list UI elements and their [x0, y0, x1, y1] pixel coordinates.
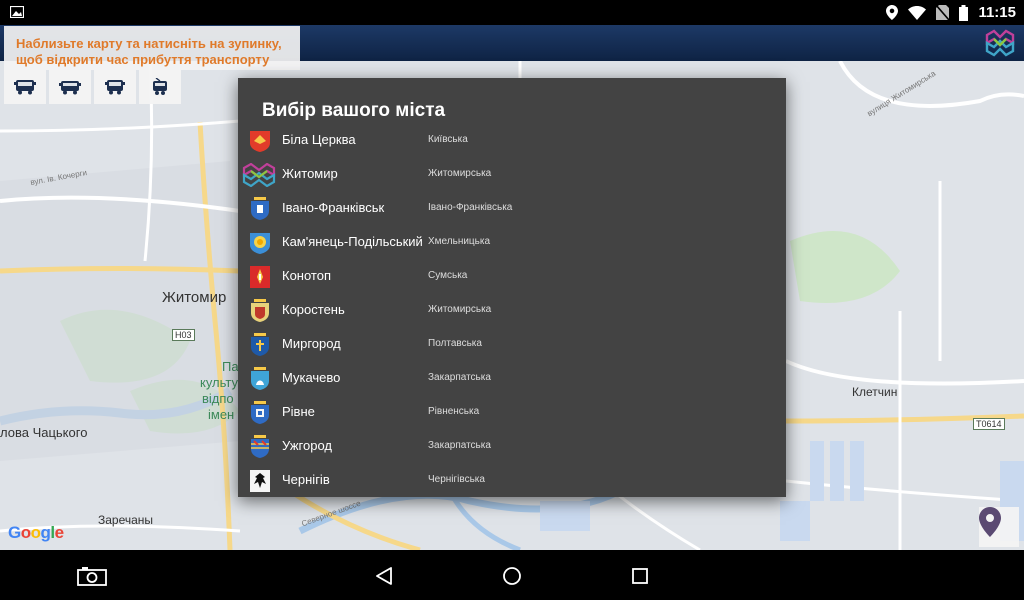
city-region: Закарпатська — [428, 372, 491, 383]
city-name: Коростень — [282, 302, 345, 317]
google-letter: o — [20, 523, 31, 542]
city-item[interactable]: Рівне Рівненська — [238, 396, 786, 430]
map-label-museum-1: Па — [222, 359, 239, 374]
clock: 11:15 — [978, 4, 1016, 21]
uzhhorod-crest-icon — [248, 435, 272, 459]
hint-line-2: щоб відкрити час прибуття транспорту — [16, 52, 270, 67]
google-letter: g — [40, 523, 51, 542]
back-icon — [376, 567, 392, 585]
city-region: Чернігівська — [428, 474, 485, 485]
hint-banner: Наблизьте карту та натисніть на зупинку,… — [4, 26, 300, 70]
transport-filter-bar — [4, 70, 181, 104]
city-region: Житомирська — [428, 304, 492, 315]
map-label-museum-4: імен — [208, 407, 235, 422]
city-name: Кам'янець-Подільський — [282, 234, 423, 249]
kamianets-crest-icon — [248, 231, 272, 255]
screenshot-button[interactable] — [76, 562, 108, 590]
map-label-museum-3: відпо — [202, 391, 234, 406]
city-name: Ужгород — [282, 438, 332, 453]
app-logo-icon[interactable] — [984, 29, 1016, 57]
camera-icon — [77, 567, 107, 586]
city-name: Мукачево — [282, 370, 341, 385]
city-item[interactable]: Ужгород Закарпатська — [238, 430, 786, 464]
city-region: Житомирська — [428, 168, 492, 179]
hint-line-1: Наблизьте карту та натисніть на зупинку, — [16, 36, 282, 51]
zhytomyr-logo-icon — [242, 163, 276, 187]
myrhorod-crest-icon — [248, 333, 272, 357]
minibus-icon — [105, 80, 125, 95]
city-region: Полтавська — [428, 338, 482, 349]
no-sim-icon — [936, 5, 950, 20]
tram-icon — [153, 78, 167, 95]
city-item[interactable]: Житомир Житомирська — [238, 158, 786, 192]
city-name: Івано-Франківськ — [282, 200, 385, 215]
city-item[interactable]: Біла Церква Київська — [238, 124, 786, 158]
city-item[interactable]: Кам'янець-Подільський Хмельницька — [238, 226, 786, 260]
map-label-h03: Н03 — [172, 329, 195, 341]
tram-filter-button[interactable] — [139, 70, 181, 104]
city-name: Рівне — [282, 404, 315, 419]
home-button[interactable] — [496, 562, 528, 590]
google-letter: e — [54, 523, 64, 542]
dialog-title: Вибір вашого міста — [262, 100, 446, 121]
trolleybus-filter-button[interactable] — [49, 70, 91, 104]
map-label-zarechany: Заречаны — [98, 513, 154, 527]
mukachevo-crest-icon — [248, 367, 272, 391]
city-item[interactable]: Миргород Полтавська — [238, 328, 786, 362]
device-screen: 11:15 Житомир Клетчин Заречаны лова Чаць… — [0, 0, 1024, 600]
recents-icon — [632, 568, 648, 584]
back-button[interactable] — [368, 562, 400, 590]
wifi-icon — [908, 5, 927, 20]
city-region: Закарпатська — [428, 440, 491, 451]
bus-icon — [14, 80, 36, 95]
ivano-frankivsk-crest-icon — [248, 197, 272, 221]
city-select-dialog: Вибір вашого міста Біла Церква Київська Жи… — [238, 78, 786, 497]
minibus-filter-button[interactable] — [94, 70, 136, 104]
city-name: Чернігів — [282, 472, 330, 487]
city-item[interactable]: Івано-Франківськ Івано-Франківська — [238, 192, 786, 226]
recents-button[interactable] — [624, 562, 656, 590]
google-letter: o — [30, 523, 41, 542]
city-name: Житомир — [282, 166, 338, 181]
city-region: Рівненська — [428, 406, 480, 417]
my-location-button[interactable] — [979, 507, 1019, 547]
city-item[interactable]: Чернігів Чернігівська — [238, 464, 786, 498]
city-item[interactable]: Коростень Житомирська — [238, 294, 786, 328]
location-icon — [886, 5, 899, 20]
city-name: Миргород — [282, 336, 341, 351]
map-label-zhytomyr: Житомир — [162, 289, 227, 306]
map-label-museum-2: культу — [200, 375, 238, 390]
city-item[interactable]: Конотоп Сумська — [238, 260, 786, 294]
city-name: Біла Церква — [282, 132, 356, 147]
city-region: Івано-Франківська — [428, 202, 513, 213]
home-icon — [503, 567, 521, 585]
konotop-crest-icon — [248, 265, 272, 289]
city-name: Конотоп — [282, 268, 332, 283]
bila-tserkva-crest-icon — [248, 129, 272, 153]
status-bar: 11:15 — [0, 0, 1024, 25]
trolleybus-icon — [59, 81, 81, 95]
chernihiv-crest-icon — [248, 469, 272, 493]
navigation-bar — [0, 550, 1024, 600]
google-letter: G — [8, 523, 21, 542]
battery-icon — [959, 4, 969, 21]
location-pin-icon — [979, 507, 1001, 537]
rivne-crest-icon — [248, 401, 272, 425]
image-icon — [10, 6, 24, 18]
bus-filter-button[interactable] — [4, 70, 46, 104]
korosten-crest-icon — [248, 299, 272, 323]
google-logo: Google — [8, 523, 64, 543]
map-label-t0614: Т0614 — [973, 418, 1005, 430]
city-region: Київська — [428, 134, 468, 145]
city-list: Біла Церква Київська Житомир Житомирська Іва… — [238, 124, 786, 498]
city-region: Хмельницька — [428, 236, 491, 247]
city-item[interactable]: Мукачево Закарпатська — [238, 362, 786, 396]
map-label-chatskoho: лова Чацького — [0, 425, 88, 440]
map-label-kletchyn: Клетчин — [852, 385, 898, 399]
city-region: Сумська — [428, 270, 468, 281]
